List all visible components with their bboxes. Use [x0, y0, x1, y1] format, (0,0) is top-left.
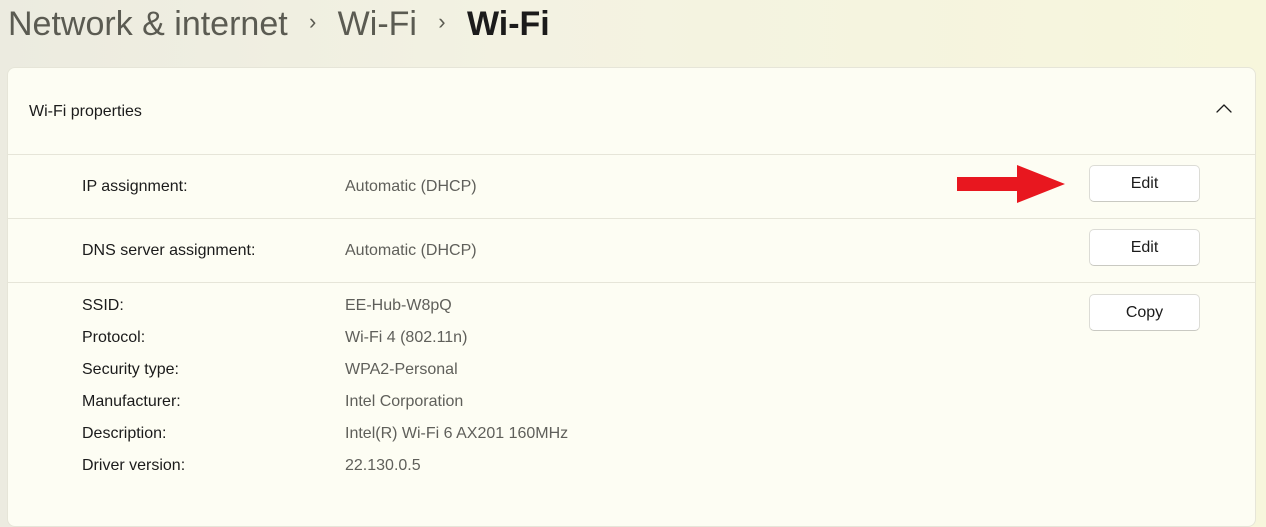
chevron-up-icon[interactable] [1215, 102, 1233, 116]
breadcrumb-network-internet[interactable]: Network & internet [8, 5, 288, 44]
copy-button[interactable]: Copy [1089, 294, 1200, 331]
ssid-value: EE-Hub-W8pQ [345, 297, 452, 314]
protocol-label: Protocol: [82, 329, 146, 346]
driver-version-label: Driver version: [82, 457, 186, 474]
security-type-value: WPA2-Personal [345, 361, 458, 378]
breadcrumb: Network & internet › Wi-Fi › Wi-Fi [8, 0, 550, 48]
ip-edit-button[interactable]: Edit [1089, 165, 1200, 202]
security-type-label: Security type: [82, 361, 179, 378]
dns-assignment-value: Automatic (DHCP) [345, 242, 477, 259]
wifi-properties-header[interactable]: Wi-Fi properties [8, 68, 1255, 155]
page-title: Wi-Fi [466, 4, 550, 43]
ip-assignment-label: IP assignment: [82, 178, 188, 195]
description-label: Description: [82, 425, 167, 442]
wifi-properties-title: Wi-Fi properties [29, 103, 142, 120]
ssid-label: SSID: [82, 297, 124, 314]
dns-assignment-row: DNS server assignment: Automatic (DHCP) … [8, 218, 1255, 283]
wifi-properties-card: Wi-Fi properties IP assignment: Automati… [7, 67, 1256, 527]
ip-assignment-value: Automatic (DHCP) [345, 178, 477, 195]
breadcrumb-wifi[interactable]: Wi-Fi [338, 5, 417, 44]
red-arrow-icon [957, 165, 1065, 203]
driver-version-value: 22.130.0.5 [345, 457, 421, 474]
dns-edit-button[interactable]: Edit [1089, 229, 1200, 266]
manufacturer-value: Intel Corporation [345, 393, 464, 410]
description-value: Intel(R) Wi-Fi 6 AX201 160MHz [345, 425, 569, 442]
manufacturer-label: Manufacturer: [82, 393, 181, 410]
dns-assignment-label: DNS server assignment: [82, 242, 256, 259]
breadcrumb-separator: › [309, 9, 317, 34]
breadcrumb-separator: › [438, 9, 446, 34]
protocol-value: Wi-Fi 4 (802.11n) [345, 329, 468, 346]
ip-assignment-row: IP assignment: Automatic (DHCP) Edit [8, 154, 1255, 219]
